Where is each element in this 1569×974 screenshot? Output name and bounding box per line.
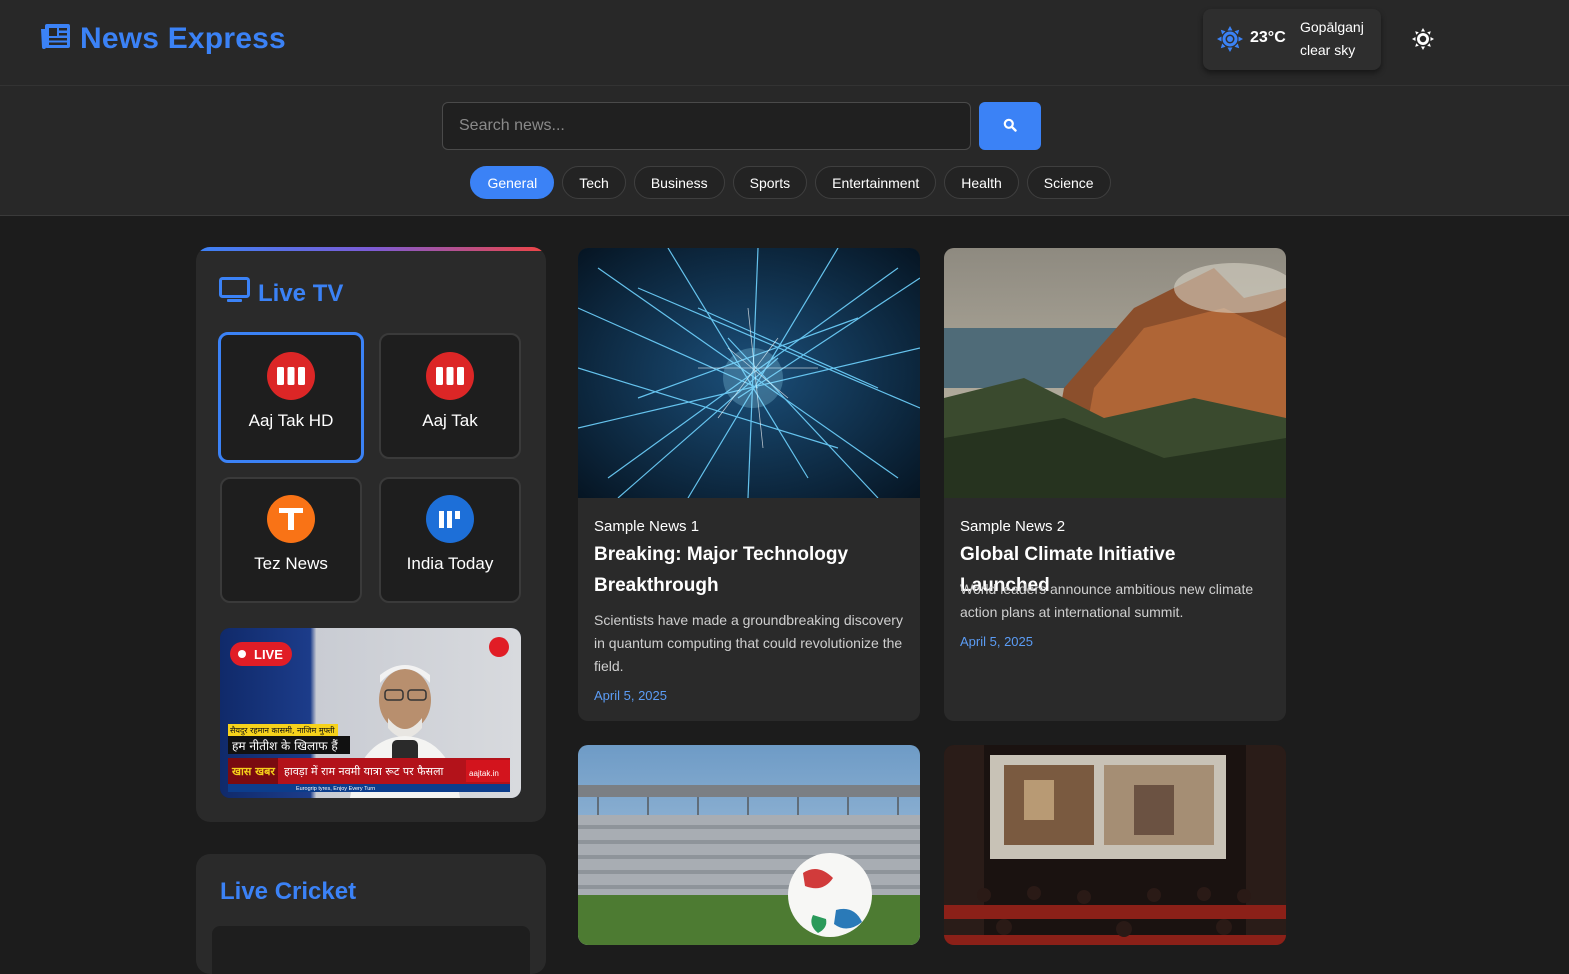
site-logo[interactable]: News Express <box>40 22 286 56</box>
ticker-headline: हावड़ा में राम नवमी यात्रा रूट पर फैसला <box>284 765 444 778</box>
category-business[interactable]: Business <box>633 166 725 199</box>
search-icon <box>1003 118 1017 135</box>
news-date: April 5, 2025 <box>960 634 1033 649</box>
category-sports[interactable]: Sports <box>732 166 808 199</box>
live-tv-panel: Live TV Aaj Tak HD Aaj Tak Tez News Indi… <box>196 247 546 822</box>
bars-logo-icon <box>267 352 315 400</box>
live-cricket-panel: Live Cricket <box>196 854 546 974</box>
cinema-screen-image <box>944 745 1286 945</box>
live-badge: LIVE <box>254 647 283 662</box>
sun-icon <box>1408 28 1438 58</box>
search-toolbar: General Tech Business Sports Entertainme… <box>0 86 1569 216</box>
channel-name: Aaj Tak <box>422 411 478 430</box>
t-logo-icon <box>267 495 315 543</box>
search-input[interactable] <box>442 102 971 150</box>
tv-icon <box>219 277 250 310</box>
live-tv-heading: Live TV <box>219 277 343 310</box>
sun-icon <box>1216 25 1244 58</box>
channel-tez-news[interactable]: Tez News <box>220 477 362 603</box>
ticker-tag: खास खबर <box>231 765 275 778</box>
live-cricket-heading: Live Cricket <box>220 878 357 905</box>
cricket-score-box <box>212 926 530 974</box>
live-video-player[interactable]: LIVE सैयदुर रहमान कासमी, नाजिम मुफ्ती हम… <box>220 628 521 798</box>
news-source: Sample News 2 <box>960 518 1066 535</box>
news-description: World leaders announce ambitious new cli… <box>960 581 1254 620</box>
mountain-coast-image <box>944 248 1286 498</box>
stadium-football-image <box>578 745 920 945</box>
ticker-site: aajtak.in <box>469 769 499 778</box>
it-logo-icon <box>426 495 474 543</box>
news-card[interactable]: Sample News 1 Breaking: Major Technology… <box>578 248 920 721</box>
search-button[interactable] <box>979 102 1041 150</box>
network-lines-image <box>578 248 920 498</box>
panel-accent-bar <box>196 247 546 251</box>
top-header: News Express 23°C Gopālganj clear sky <box>0 0 1569 86</box>
channel-india-today[interactable]: India Today <box>379 477 521 603</box>
category-tech[interactable]: Tech <box>562 166 626 199</box>
channel-name: Tez News <box>254 554 328 573</box>
channel-aaj-tak[interactable]: Aaj Tak <box>379 333 521 459</box>
news-card[interactable] <box>578 745 920 945</box>
ticker-main: हम नीतीश के खिलाफ हैं <box>232 739 338 753</box>
weather-temperature: 23°C <box>1250 29 1286 46</box>
news-source: Sample News 1 <box>594 518 700 535</box>
news-card[interactable] <box>944 745 1286 945</box>
category-entertainment[interactable]: Entertainment <box>815 166 937 199</box>
category-tabs: General Tech Business Sports Entertainme… <box>0 166 1569 199</box>
weather-description: clear sky <box>1300 42 1356 58</box>
ticker-sponsor: Eurogrip tyres, Enjoy Every Turn <box>296 786 375 792</box>
news-card[interactable]: Sample News 2 Global Climate Initiative … <box>944 248 1286 721</box>
live-tv-title: Live TV <box>258 279 344 307</box>
site-title: News Express <box>80 22 286 55</box>
news-title[interactable]: Breaking: Major Technology Breakthrough <box>594 539 904 601</box>
weather-widget: 23°C Gopālganj clear sky <box>1203 9 1381 70</box>
video-frame: LIVE सैयदुर रहमान कासमी, नाजिम मुफ्ती हम… <box>220 628 521 798</box>
category-science[interactable]: Science <box>1026 166 1111 199</box>
bars-logo-icon <box>426 352 474 400</box>
channel-name: Aaj Tak HD <box>248 411 334 430</box>
channel-name: India Today <box>406 554 494 573</box>
newspaper-icon <box>40 23 71 55</box>
channel-aaj-tak-hd[interactable]: Aaj Tak HD <box>218 332 364 463</box>
category-general[interactable]: General <box>470 166 555 199</box>
news-date: April 5, 2025 <box>594 688 667 703</box>
news-description: Scientists have made a groundbreaking di… <box>594 612 903 674</box>
category-health[interactable]: Health <box>944 166 1019 199</box>
weather-city: Gopālganj <box>1300 19 1364 35</box>
ticker-top: सैयदुर रहमान कासमी, नाजिम मुफ्ती <box>230 725 336 736</box>
theme-toggle-button[interactable] <box>1408 24 1438 54</box>
